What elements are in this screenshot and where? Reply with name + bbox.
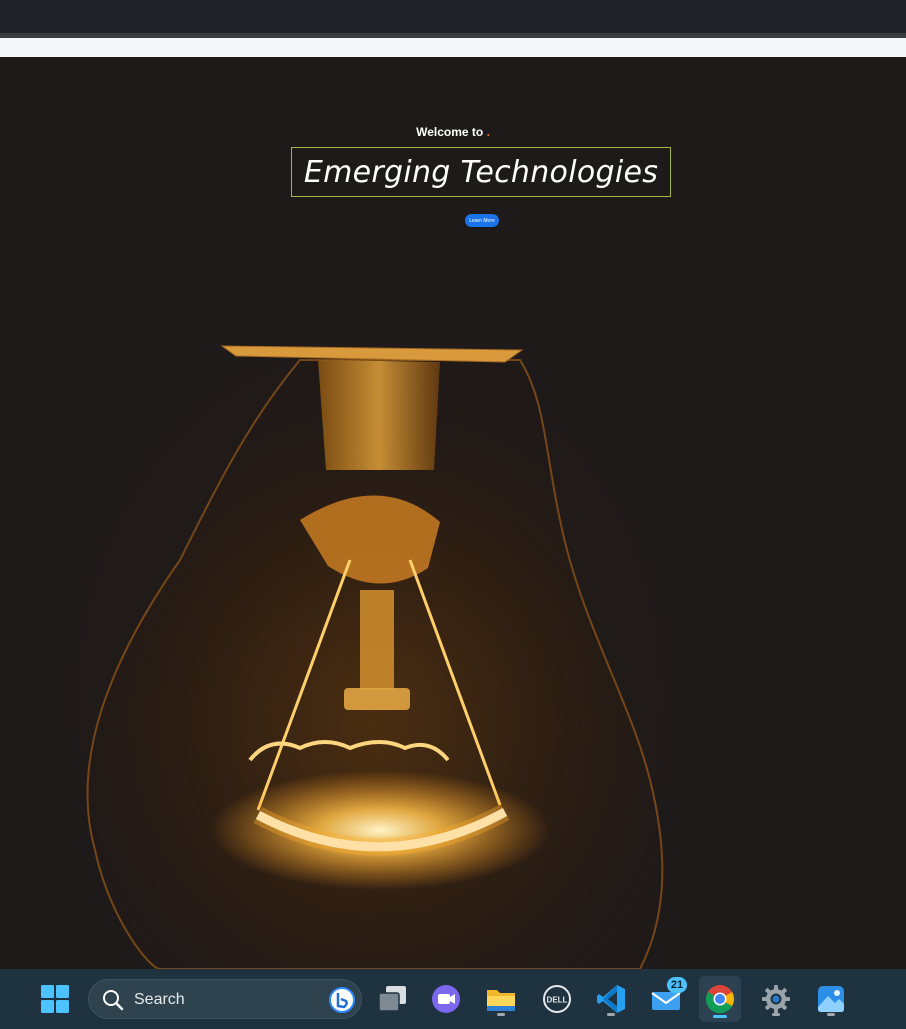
welcome-text: Welcome to . (416, 125, 490, 139)
search-icon (103, 990, 124, 1011)
bing-icon[interactable] (329, 987, 355, 1013)
vscode-button[interactable] (590, 978, 632, 1020)
running-indicator (827, 1013, 835, 1016)
svg-text:DELL: DELL (547, 996, 568, 1005)
mail-button[interactable]: 21 (645, 977, 687, 1020)
file-explorer-icon (487, 990, 515, 1011)
windows-start-icon (41, 985, 69, 1013)
learn-more-button[interactable]: Learn More (465, 214, 499, 227)
active-indicator (713, 1015, 727, 1018)
search-placeholder: Search (134, 991, 185, 1008)
hero-section: Welcome to . Emerging Technologies Learn… (0, 57, 906, 969)
task-view-icon (378, 986, 406, 1012)
video-chat-icon (432, 985, 460, 1013)
start-button[interactable] (34, 978, 76, 1020)
running-indicator (772, 1013, 780, 1016)
video-chat-button[interactable] (425, 978, 467, 1020)
browser-top-bar (0, 0, 906, 33)
chrome-button[interactable] (699, 976, 741, 1022)
photos-icon (818, 986, 844, 1012)
mail-unread-badge: 21 (667, 977, 687, 993)
settings-icon (762, 985, 790, 1013)
vscode-icon (597, 985, 625, 1013)
hero-title: Emerging Technologies (303, 154, 659, 190)
site-nav-strip (0, 38, 906, 57)
taskbar-search-box[interactable]: Search (88, 979, 362, 1019)
hero-title-frame: Emerging Technologies (291, 147, 671, 197)
file-explorer-button[interactable] (480, 978, 522, 1020)
dell-icon: DELL (543, 985, 571, 1013)
photos-button[interactable] (810, 978, 852, 1020)
running-indicator (497, 1013, 505, 1016)
dell-button[interactable]: DELL (536, 978, 578, 1020)
chrome-icon (705, 985, 734, 1014)
welcome-accent-dot: . (486, 125, 490, 139)
running-indicator (607, 1013, 615, 1016)
settings-button[interactable] (755, 978, 797, 1020)
task-view-button[interactable] (371, 978, 413, 1020)
